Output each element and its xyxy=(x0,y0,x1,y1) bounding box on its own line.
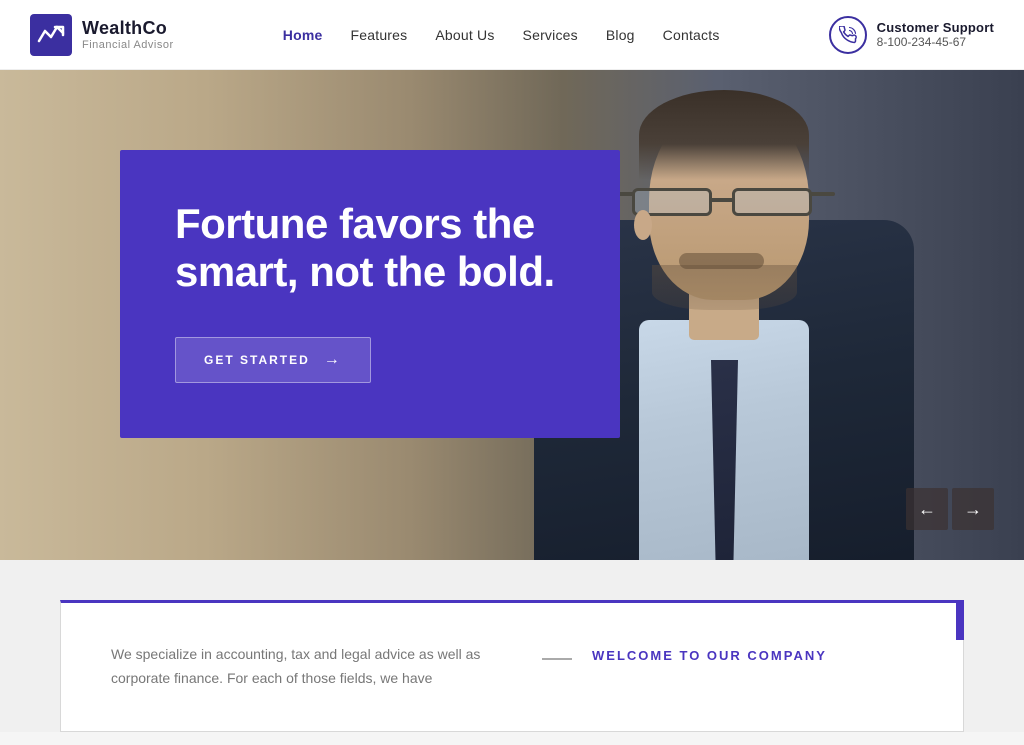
nav-features[interactable]: Features xyxy=(351,27,408,43)
content-left: We specialize in accounting, tax and leg… xyxy=(111,643,482,691)
nav-blog[interactable]: Blog xyxy=(606,27,635,43)
logo-name: WealthCo xyxy=(82,18,174,39)
bottom-section: We specialize in accounting, tax and leg… xyxy=(0,560,1024,732)
hero-section: Fortune favors the smart, not the bold. … xyxy=(0,70,1024,560)
content-right: WELCOME TO OUR COMPANY xyxy=(542,643,913,663)
logo-area: WealthCo Financial Advisor xyxy=(30,14,174,56)
support-number: 8-100-234-45-67 xyxy=(877,35,994,49)
main-nav: Home Features About Us Services Blog Con… xyxy=(283,27,720,43)
nav-about[interactable]: About Us xyxy=(435,27,494,43)
slider-next-button[interactable]: → xyxy=(952,488,994,530)
logo-text-area: WealthCo Financial Advisor xyxy=(82,18,174,51)
slider-arrows: ← → xyxy=(906,488,994,530)
hero-card: Fortune favors the smart, not the bold. … xyxy=(120,150,620,438)
support-label: Customer Support xyxy=(877,20,994,35)
content-card: We specialize in accounting, tax and leg… xyxy=(60,600,964,732)
divider-line xyxy=(542,658,572,660)
hero-headline: Fortune favors the smart, not the bold. xyxy=(175,200,565,297)
support-text: Customer Support 8-100-234-45-67 xyxy=(877,20,994,49)
nav-contacts[interactable]: Contacts xyxy=(663,27,720,43)
prev-icon: ← xyxy=(918,499,936,520)
company-description: We specialize in accounting, tax and leg… xyxy=(111,643,482,691)
welcome-label: WELCOME TO OUR COMPANY xyxy=(592,648,827,663)
phone-icon xyxy=(829,16,867,54)
site-header: WealthCo Financial Advisor Home Features… xyxy=(0,0,1024,70)
slider-prev-button[interactable]: ← xyxy=(906,488,948,530)
support-area: Customer Support 8-100-234-45-67 xyxy=(829,16,994,54)
get-started-label: GET STARTED xyxy=(204,353,310,367)
next-icon: → xyxy=(964,499,982,520)
logo-icon xyxy=(30,14,72,56)
arrow-right-icon: → xyxy=(324,352,342,368)
get-started-button[interactable]: GET STARTED → xyxy=(175,337,371,383)
logo-subtitle: Financial Advisor xyxy=(82,39,174,51)
nav-services[interactable]: Services xyxy=(523,27,578,43)
nav-home[interactable]: Home xyxy=(283,27,323,43)
